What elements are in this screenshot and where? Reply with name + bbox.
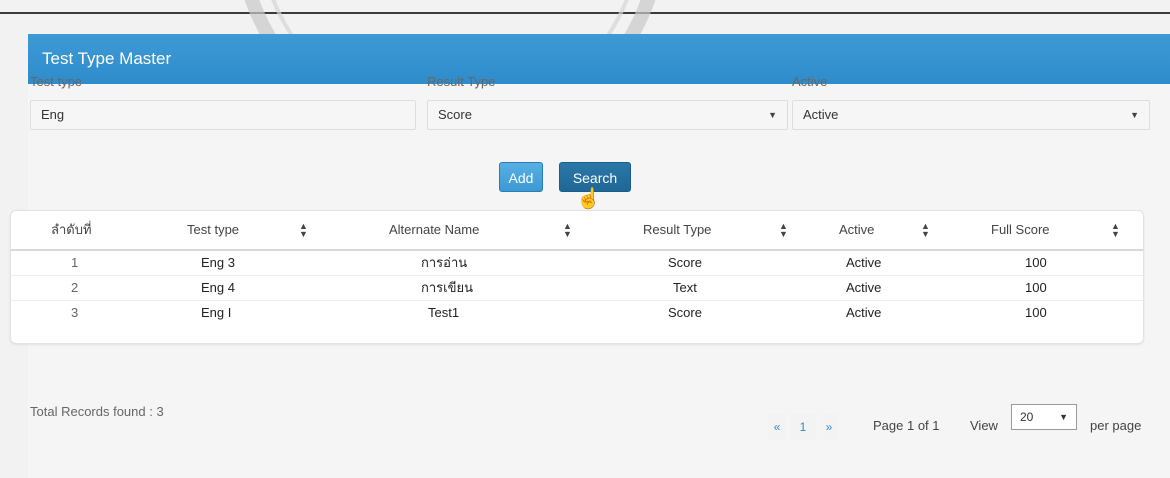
table-row[interactable]: 1 Eng 3 การอ่าน Score Active 100 bbox=[11, 251, 1143, 276]
top-divider bbox=[0, 12, 1170, 14]
page-info: Page 1 of 1 bbox=[873, 418, 940, 433]
cell-active: Active bbox=[846, 255, 882, 270]
total-records: Total Records found : 3 bbox=[30, 404, 164, 419]
cell-test-type: Eng I bbox=[201, 305, 232, 320]
cell-test-type: Eng 3 bbox=[201, 255, 235, 270]
next-page-button[interactable]: » bbox=[820, 414, 838, 440]
result-type-label: Result Type bbox=[427, 74, 496, 89]
cell-result-type: Score bbox=[668, 305, 702, 320]
cell-test-type: Eng 4 bbox=[201, 280, 235, 295]
per-page-label: per page bbox=[1090, 418, 1142, 433]
per-page-value: 20 bbox=[1020, 410, 1034, 424]
test-type-label: Test type bbox=[30, 74, 83, 89]
cell-alternate-name: การอ่าน bbox=[421, 255, 468, 270]
per-page-select[interactable]: 20 ▼ bbox=[1011, 404, 1077, 430]
cell-active: Active bbox=[846, 305, 882, 320]
col-header-active[interactable]: Active bbox=[839, 211, 874, 249]
filter-area: Test type Eng Result Type Score ▼ Active… bbox=[30, 72, 1150, 132]
cell-result-type: Score bbox=[668, 255, 702, 270]
col-header-result-type[interactable]: Result Type bbox=[643, 211, 711, 249]
col-header-alternate-name[interactable]: Alternate Name bbox=[389, 211, 479, 249]
sort-both-icon[interactable]: ▲ ▼ bbox=[921, 211, 930, 249]
table-header: ลำดับที่ Test type ▲ ▼ Alternate Name ▲ ▼ … bbox=[11, 211, 1143, 251]
cell-alternate-name: Test1 bbox=[428, 305, 460, 320]
view-label: View bbox=[970, 418, 998, 433]
active-value: Active bbox=[803, 107, 839, 122]
cell-no: 3 bbox=[71, 305, 79, 320]
prev-page-button[interactable]: « bbox=[768, 414, 786, 440]
result-type-select[interactable]: Score ▼ bbox=[427, 100, 788, 130]
test-type-table: ลำดับที่ Test type ▲ ▼ Alternate Name ▲ ▼ … bbox=[10, 210, 1144, 344]
cell-full-score: 100 bbox=[1025, 280, 1047, 295]
caret-down-icon: ▼ bbox=[1059, 412, 1068, 422]
test-type-input[interactable]: Eng bbox=[30, 100, 416, 130]
active-select[interactable]: Active ▼ bbox=[792, 100, 1150, 130]
caret-down-icon: ▼ bbox=[768, 110, 777, 120]
result-type-value: Score bbox=[438, 107, 472, 122]
cell-result-type: Text bbox=[673, 280, 697, 295]
cell-active: Active bbox=[846, 280, 882, 295]
cell-full-score: 100 bbox=[1025, 255, 1047, 270]
page-1-button[interactable]: 1 bbox=[790, 414, 816, 440]
col-header-no[interactable]: ลำดับที่ bbox=[51, 211, 92, 249]
cell-no: 1 bbox=[71, 255, 79, 270]
cell-alternate-name: การเขียน bbox=[421, 280, 473, 295]
sort-both-icon[interactable]: ▲ ▼ bbox=[779, 211, 788, 249]
active-label: Active bbox=[792, 74, 828, 89]
sort-both-icon[interactable]: ▲ ▼ bbox=[563, 211, 572, 249]
table-row[interactable]: 2 Eng 4 การเขียน Text Active 100 bbox=[11, 276, 1143, 301]
cell-no: 2 bbox=[71, 280, 79, 295]
cell-full-score: 100 bbox=[1025, 305, 1047, 320]
col-header-full-score[interactable]: Full Score bbox=[991, 211, 1050, 249]
sort-both-icon[interactable]: ▲ ▼ bbox=[299, 211, 308, 249]
sort-both-icon[interactable]: ▲ ▼ bbox=[1111, 211, 1120, 249]
caret-down-icon: ▼ bbox=[1130, 110, 1139, 120]
hand-pointer-icon: ☝ bbox=[576, 188, 601, 210]
col-header-test-type[interactable]: Test type bbox=[187, 211, 239, 249]
add-button[interactable]: Add bbox=[499, 162, 543, 192]
test-type-field: Test type Eng bbox=[30, 72, 416, 130]
active-field: Active Active ▼ bbox=[792, 72, 1150, 130]
table-row[interactable]: 3 Eng I Test1 Score Active 100 bbox=[11, 301, 1143, 325]
result-type-field: Result Type Score ▼ bbox=[427, 72, 788, 130]
